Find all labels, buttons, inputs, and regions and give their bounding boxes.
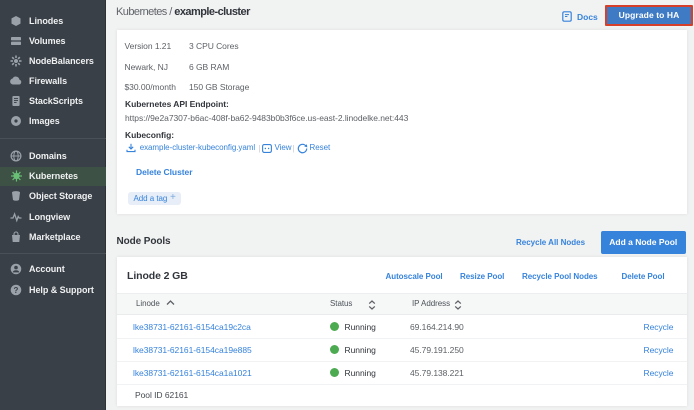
svg-text:?: ?: [14, 286, 19, 295]
